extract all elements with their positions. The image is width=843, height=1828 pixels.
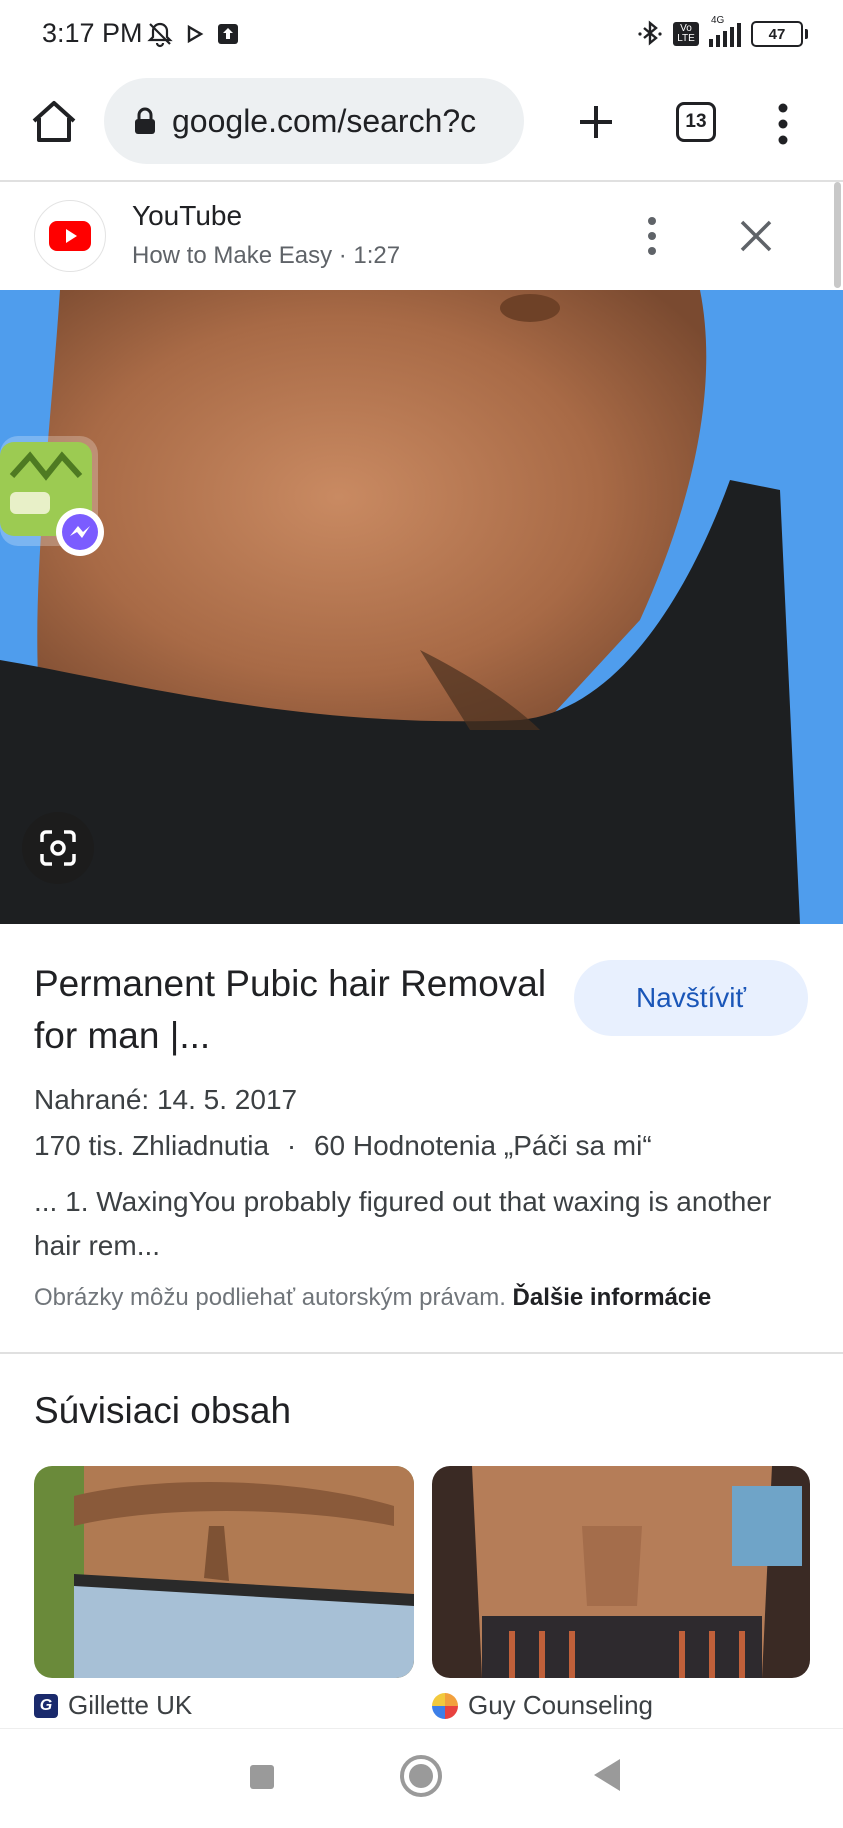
lock-icon xyxy=(135,107,155,134)
related-source-2-label: Guy Counseling xyxy=(468,1690,653,1720)
guy-counseling-logo-icon xyxy=(432,1692,458,1719)
tab-switcher-button[interactable]: 13 xyxy=(676,102,716,142)
status-icons-left xyxy=(146,20,240,48)
related-source-1[interactable]: G Gillette UK xyxy=(34,1690,192,1721)
more-menu-icon[interactable] xyxy=(768,96,798,152)
recents-icon[interactable] xyxy=(250,1765,274,1789)
play-store-icon xyxy=(187,24,204,44)
related-thumbnail-1[interactable] xyxy=(34,1466,414,1678)
battery-icon: 47 xyxy=(751,21,808,47)
result-snippet: ... 1. WaxingYou probably figured out th… xyxy=(34,1186,772,1261)
image-illustration xyxy=(0,290,843,924)
mute-bell-icon xyxy=(147,22,173,48)
close-icon[interactable] xyxy=(736,216,776,256)
separator-dot: · xyxy=(286,1130,297,1161)
gillette-logo-icon: G xyxy=(34,1693,58,1718)
source-name[interactable]: YouTube xyxy=(132,200,242,232)
status-bar: 3:17 PM Vo LTE 4G 47 xyxy=(0,0,843,72)
youtube-logo xyxy=(34,200,106,272)
view-like-counts: 170 tis. Zhliadnutia · 60 Hodnotenia „Pá… xyxy=(34,1130,652,1162)
floating-chat-bubble[interactable] xyxy=(0,436,104,556)
like-count: 60 Hodnotenia „Páči sa mi“ xyxy=(313,1130,652,1161)
related-source-1-label: Gillette UK xyxy=(68,1690,193,1720)
app-avatar-icon xyxy=(0,436,104,556)
volte-badge: Vo LTE xyxy=(673,22,699,46)
url-bar[interactable]: google.com/search?c xyxy=(104,78,524,164)
youtube-icon xyxy=(49,221,91,251)
copyright-notice: Obrázky môžu podliehať autorským právam.… xyxy=(34,1284,711,1312)
related-heading: Súvisiaci obsah xyxy=(34,1390,292,1431)
lens-search-button[interactable] xyxy=(22,812,94,884)
visit-button[interactable]: Navštíviť xyxy=(574,960,808,1036)
section-divider xyxy=(0,1352,843,1354)
battery-level: 47 xyxy=(768,25,786,43)
more-options-icon[interactable] xyxy=(640,214,664,258)
upload-icon xyxy=(218,24,238,44)
url-text: google.com/search?c xyxy=(172,102,477,139)
more-info-link[interactable]: Ďalšie informácie xyxy=(513,1284,712,1311)
signal-icon: 4G xyxy=(709,15,741,47)
home-nav-icon[interactable] xyxy=(400,1755,442,1797)
system-nav-bar xyxy=(0,1728,843,1828)
source-subtitle: How to Make Easy · 1:27 xyxy=(132,242,401,269)
new-tab-icon[interactable] xyxy=(568,94,624,150)
back-icon[interactable] xyxy=(594,1759,620,1791)
related-thumbnail-2[interactable] xyxy=(432,1466,810,1678)
result-image[interactable] xyxy=(0,290,843,924)
view-count: 170 tis. Zhliadnutia xyxy=(34,1130,270,1161)
source-header: YouTube How to Make Easy · 1:27 xyxy=(0,182,843,290)
status-time: 3:17 PM xyxy=(42,18,143,48)
home-icon[interactable] xyxy=(26,94,82,150)
network-type: 4G xyxy=(711,15,725,26)
lens-icon xyxy=(40,830,76,866)
related-image-2 xyxy=(432,1466,810,1678)
related-image-1 xyxy=(34,1466,414,1678)
upload-date: Nahrané: 14. 5. 2017 xyxy=(34,1084,298,1115)
related-source-2[interactable]: Guy Counseling xyxy=(432,1690,653,1721)
copyright-text: Obrázky môžu podliehať autorským právam. xyxy=(34,1284,506,1311)
bluetooth-icon xyxy=(638,20,662,46)
result-title[interactable]: Permanent Pubic hair Removal for man |..… xyxy=(34,958,554,1062)
browser-toolbar: google.com/search?c 13 xyxy=(0,72,843,182)
status-icons-right: Vo LTE 4G 47 xyxy=(637,15,808,48)
